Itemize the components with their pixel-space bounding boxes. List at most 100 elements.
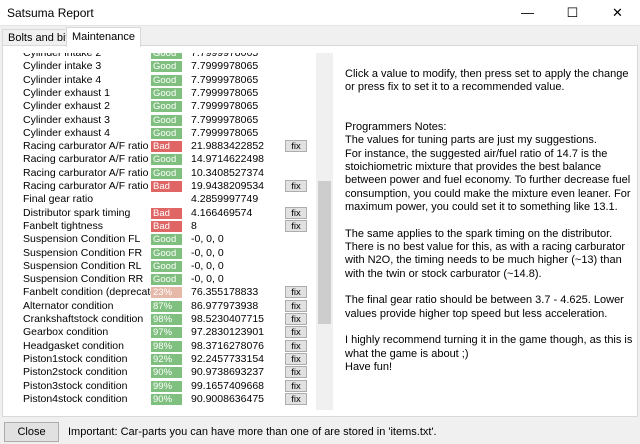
status-badge: Good — [151, 247, 182, 259]
list-item[interactable]: Piston2stock condition 90% 90.9738693237 fi… — [17, 366, 317, 379]
parts-list-scrollbar[interactable] — [316, 53, 333, 410]
list-item[interactable]: Fanbelt tightness Bad 8 fix — [17, 219, 317, 233]
tab-maintenance[interactable]: Maintenance — [66, 27, 141, 47]
part-name: Racing carburator A/F ratio 3 — [23, 166, 158, 179]
part-value[interactable]: -0, 0, 0 — [191, 247, 224, 259]
part-name: Cylinder exhaust 2 — [23, 100, 110, 113]
part-value[interactable]: 7.7999978065 — [191, 127, 258, 139]
fix-button[interactable]: fix — [285, 140, 307, 153]
fix-button[interactable]: fix — [285, 326, 307, 339]
part-value[interactable]: 8 — [191, 220, 197, 232]
fix-button[interactable]: fix — [285, 286, 307, 299]
part-value[interactable]: 98.3716278076 — [191, 340, 264, 352]
part-name: Piston3stock condition — [23, 379, 128, 392]
part-value[interactable]: 7.7999978065 — [191, 100, 258, 112]
part-value[interactable]: 90.9008636475 — [191, 393, 264, 405]
part-value[interactable]: 86.977973938 — [191, 300, 258, 312]
list-item[interactable]: Gearbox condition 97% 97.2830123901 fix — [17, 326, 317, 339]
parts-list[interactable]: Cylinder intake 2 Good 7.7999978065 Cylinde… — [17, 53, 333, 410]
list-item[interactable]: Headgasket condition 98% 98.3716278076 fix — [17, 339, 317, 353]
part-name: Alternator condition — [23, 299, 114, 312]
fix-button[interactable]: fix — [285, 299, 307, 312]
list-item[interactable]: Piston4stock condition 90% 90.9008636475 fi… — [17, 392, 317, 406]
fix-button[interactable]: fix — [285, 219, 307, 232]
list-item[interactable]: Cylinder exhaust 3 Good 7.7999978065 — [17, 114, 317, 127]
part-value[interactable]: 7.7999978065 — [191, 53, 258, 59]
part-name: Final gear ratio — [23, 193, 94, 206]
part-value[interactable]: 7.7999978065 — [191, 60, 258, 72]
part-value[interactable]: -0, 0, 0 — [191, 273, 224, 285]
list-item[interactable]: Cylinder exhaust 4 Good 7.7999978065 — [17, 127, 317, 140]
list-item[interactable]: Piston3stock condition 99% 99.1657409668 fi… — [17, 379, 317, 393]
part-name: Crankshaftstock condition — [23, 313, 144, 325]
info-panel: Click a value to modify, then press set … — [345, 68, 635, 374]
list-item[interactable]: Crankshaftstock condition 98% 98.523040771… — [17, 313, 317, 326]
list-item[interactable]: Suspension Condition FR Good -0, 0, 0 — [17, 247, 317, 260]
part-name: Distributor spark timing — [23, 206, 131, 219]
part-value[interactable]: 19.9438209534 — [191, 180, 264, 192]
part-value[interactable]: 92.2457733154 — [191, 353, 264, 365]
list-item[interactable]: Cylinder intake 3 Good 7.7999978065 — [17, 60, 317, 73]
part-value[interactable]: 90.9738693237 — [191, 366, 264, 378]
status-badge: Good — [151, 234, 182, 246]
fix-button[interactable]: fix — [285, 313, 307, 325]
part-value[interactable]: -0, 0, 0 — [191, 233, 224, 245]
list-item[interactable]: Cylinder intake 4 Good 7.7999978065 — [17, 74, 317, 87]
scrollbar-thumb[interactable] — [318, 181, 331, 324]
part-value[interactable]: 76.355178833 — [191, 286, 258, 298]
maximize-button[interactable]: ☐ — [550, 0, 595, 26]
notes-have-fun: Have fun! — [345, 360, 393, 373]
list-item[interactable]: Racing carburator A/F ratio 4 Bad 19.94382… — [17, 180, 317, 193]
fix-button[interactable]: fix — [285, 180, 307, 192]
part-value[interactable]: 14.9714622498 — [191, 153, 264, 165]
part-name: Cylinder intake 2 — [23, 53, 102, 59]
notes-gear-ratio: The final gear ratio should be between 3… — [345, 294, 624, 320]
part-value[interactable]: 10.3408527374 — [191, 167, 264, 179]
fix-button[interactable]: fix — [285, 379, 307, 392]
list-item[interactable]: Racing carburator A/F ratio 2 Good 14.9714… — [17, 153, 317, 166]
list-item[interactable]: Cylinder exhaust 1 Good 7.7999978065 — [17, 87, 317, 100]
part-value[interactable]: 7.7999978065 — [191, 114, 258, 126]
part-name: Suspension Condition FR — [23, 246, 143, 259]
minimize-button[interactable]: — — [505, 0, 550, 26]
part-value[interactable]: 99.1657409668 — [191, 380, 264, 392]
list-item[interactable]: Suspension Condition RL Good -0, 0, 0 — [17, 260, 317, 273]
status-badge: Bad — [151, 181, 182, 192]
list-item[interactable]: Racing carburator A/F ratio 3 Good 10.3408… — [17, 167, 317, 180]
list-item[interactable]: Distributor spark timing Bad 4.166469574 fi… — [17, 206, 317, 220]
part-value[interactable]: 4.2859997749 — [191, 193, 258, 205]
close-window-button[interactable]: ✕ — [595, 0, 640, 26]
fix-button[interactable]: fix — [285, 366, 307, 379]
fix-button[interactable]: fix — [285, 352, 307, 365]
list-item[interactable]: Suspension Condition FL Good -0, 0, 0 — [17, 233, 317, 246]
list-item[interactable]: Alternator condition 87% 86.977973938 fix — [17, 299, 317, 313]
status-badge: 98% — [151, 340, 182, 352]
list-item[interactable]: Piston1stock condition 92% 92.2457733154 fi… — [17, 352, 317, 366]
list-item[interactable]: Fanbelt condition (deprecated) 23% 76.3551… — [17, 286, 317, 299]
part-value[interactable]: -0, 0, 0 — [191, 260, 224, 272]
part-value[interactable]: 4.166469574 — [191, 207, 252, 219]
fix-button[interactable]: fix — [285, 339, 307, 352]
part-value[interactable]: 97.2830123901 — [191, 326, 264, 338]
fix-button[interactable]: fix — [285, 206, 307, 219]
part-name: Cylinder intake 4 — [23, 73, 102, 86]
status-badge: Bad — [151, 220, 182, 232]
list-item[interactable]: Cylinder exhaust 2 Good 7.7999978065 — [17, 100, 317, 113]
list-item[interactable]: Final gear ratio 4.2859997749 — [17, 193, 317, 206]
status-badge: Good — [151, 274, 182, 286]
status-badge: 87% — [151, 300, 182, 312]
part-value[interactable]: 7.7999978065 — [191, 74, 258, 86]
list-item[interactable]: Racing carburator A/F ratio 1 Bad 21.98834… — [17, 140, 317, 153]
part-value[interactable]: 98.5230407715 — [191, 313, 264, 325]
part-value[interactable]: 21.9883422852 — [191, 140, 264, 152]
status-badge: Good — [151, 167, 182, 179]
list-item[interactable]: Cylinder intake 2 Good 7.7999978065 — [17, 53, 317, 60]
part-value[interactable]: 7.7999978065 — [191, 87, 258, 99]
status-badge: 90% — [151, 367, 182, 379]
close-button[interactable]: Close — [4, 422, 59, 442]
list-item[interactable]: Suspension Condition RR Good -0, 0, 0 — [17, 273, 317, 286]
fix-button[interactable]: fix — [285, 392, 307, 405]
status-badge: 97% — [151, 327, 182, 339]
notes-title: Programmers Notes: — [345, 120, 447, 133]
status-badge: Good — [151, 61, 182, 73]
